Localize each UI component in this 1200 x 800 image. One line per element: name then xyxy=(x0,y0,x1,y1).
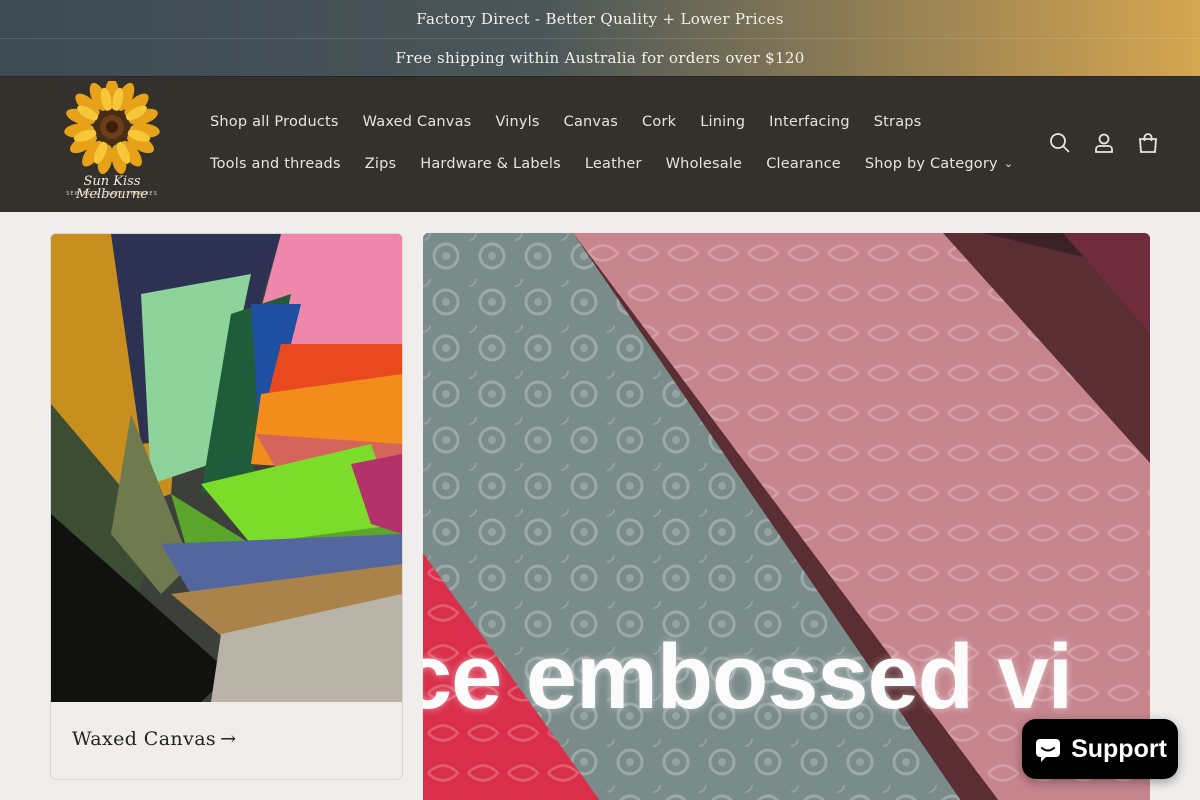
announcement-text: Factory Direct - Better Quality + Lower … xyxy=(416,10,784,28)
nav-waxed-canvas[interactable]: Waxed Canvas xyxy=(351,114,484,130)
nav-canvas[interactable]: Canvas xyxy=(552,114,630,130)
nav-straps[interactable]: Straps xyxy=(862,114,934,130)
nav-hardware-labels[interactable]: Hardware & Labels xyxy=(408,156,573,172)
nav-shop-by-category[interactable]: Shop by Category ⌄ xyxy=(853,156,1025,172)
nav-clearance[interactable]: Clearance xyxy=(754,156,853,172)
support-label: Support xyxy=(1071,734,1167,763)
main-navigation: Shop all Products Waxed Canvas Vinyls Ca… xyxy=(198,101,1013,185)
nav-lining[interactable]: Lining xyxy=(688,114,757,130)
nav-row-2: Tools and threads Zips Hardware & Labels… xyxy=(198,143,1013,185)
chevron-down-icon: ⌄ xyxy=(1003,157,1014,170)
nav-interfacing[interactable]: Interfacing xyxy=(757,114,862,130)
chat-bubble-icon xyxy=(1036,739,1061,762)
logo-wordmark: Sun Kiss Melbourne xyxy=(76,174,148,202)
arrow-right-icon: → xyxy=(220,728,237,750)
store-logo[interactable]: Sun Kiss Melbourne SEWING & CRAFT SUPPLI… xyxy=(52,79,172,207)
announcement-bar-1: Factory Direct - Better Quality + Lower … xyxy=(0,0,1200,38)
logo-subtitle: SEWING & CRAFT SUPPLIES xyxy=(66,191,158,197)
announcement-bar-2: Free shipping within Australia for order… xyxy=(0,38,1200,76)
nav-vinyls[interactable]: Vinyls xyxy=(483,114,551,130)
cart-icon[interactable] xyxy=(1136,131,1160,155)
nav-cork[interactable]: Cork xyxy=(630,114,688,130)
nav-zips[interactable]: Zips xyxy=(353,156,409,172)
header-icons xyxy=(1048,131,1160,155)
waxed-canvas-image xyxy=(51,234,402,702)
featured-banner-embossed-vinyl[interactable]: ce embossed vi xyxy=(423,233,1150,800)
nav-leather[interactable]: Leather xyxy=(573,156,654,172)
collection-card-waxed-canvas[interactable]: Waxed Canvas → xyxy=(50,233,403,780)
nav-tools-and-threads[interactable]: Tools and threads xyxy=(198,156,353,172)
collection-title[interactable]: Waxed Canvas → xyxy=(72,728,236,750)
sunflower-icon xyxy=(64,79,160,175)
nav-row-1: Shop all Products Waxed Canvas Vinyls Ca… xyxy=(198,101,978,143)
banner-overlay-text: ce embossed vi xyxy=(423,626,1073,728)
account-icon[interactable] xyxy=(1092,131,1116,155)
site-header: Sun Kiss Melbourne SEWING & CRAFT SUPPLI… xyxy=(0,76,1200,212)
search-icon[interactable] xyxy=(1048,131,1072,155)
support-chat-button[interactable]: Support xyxy=(1022,719,1178,779)
nav-shop-by-category-label: Shop by Category xyxy=(864,156,998,172)
nav-shop-all-products[interactable]: Shop all Products xyxy=(198,114,351,130)
announcement-text: Free shipping within Australia for order… xyxy=(395,48,805,67)
collection-title-text: Waxed Canvas xyxy=(72,728,217,750)
nav-wholesale[interactable]: Wholesale xyxy=(654,156,755,172)
